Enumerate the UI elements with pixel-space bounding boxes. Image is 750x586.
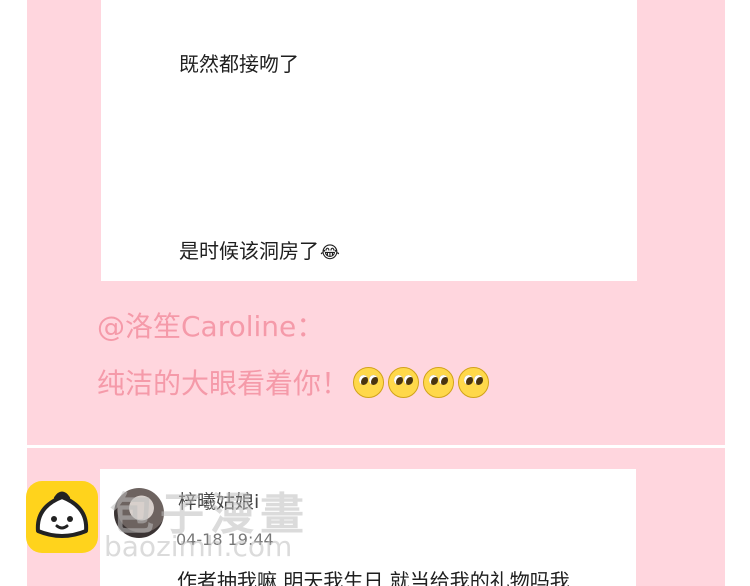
reply-line: 纯洁的大眼看着你！ [97,362,490,402]
emoji-row [349,367,490,400]
puppy-eyes-face-icon [458,367,490,398]
comment-text: 作者抽我嘛 明天我生日 就当给我的礼物吗我 [177,569,570,586]
puppy-eyes-face-icon [353,367,385,398]
reply-text: 纯洁的大眼看着你！ [97,367,350,400]
screenshot-page: 既然都接吻了 是时候该洞房了😂 @洛笙Caroline： 纯洁的大眼看着你！ 梓… [0,0,750,586]
puppy-eyes-face-icon [423,367,455,398]
post-line-2-text: 是时候该洞房了 [179,239,319,263]
tears-of-joy-icon: 😂 [320,243,340,263]
post-line-2: 是时候该洞房了😂 [179,235,340,264]
watermark-url: baozimh.com [104,530,293,563]
post-line-1: 既然都接吻了 [179,52,299,76]
puppy-eyes-face-icon [388,367,420,398]
baozi-logo-icon [26,481,98,553]
mention-text[interactable]: @洛笙Caroline： [97,305,324,345]
